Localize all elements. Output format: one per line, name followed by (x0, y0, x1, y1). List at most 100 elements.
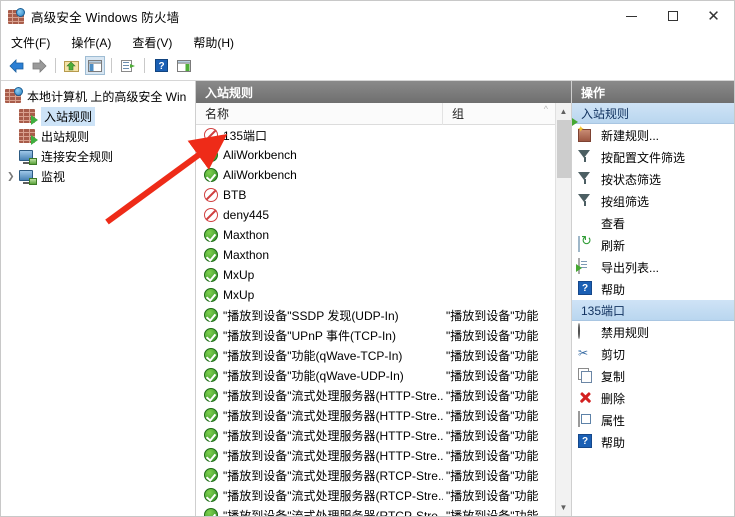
action-item[interactable]: 属性 (572, 409, 734, 431)
action-item[interactable]: ✂ 剪切 (572, 343, 734, 365)
rule-group-cell: "播放到设备"功能 (446, 348, 539, 363)
list-vertical-scrollbar[interactable]: ▲ ▼ (555, 103, 571, 516)
table-row[interactable]: "播放到设备"流式处理服务器(HTTP-Stre... "播放到设备"功能 (196, 385, 555, 405)
action-item-label: 删除 (601, 391, 626, 406)
menu-help[interactable]: 帮助(H) (191, 33, 236, 52)
sidebar-item-connection-security-rules[interactable]: 连接安全规则 (1, 146, 195, 166)
table-row[interactable]: Maxthon (196, 225, 555, 245)
sidebar-item-inbound-rules[interactable]: 入站规则 (1, 106, 195, 126)
action-item[interactable]: 按配置文件筛选 (572, 146, 734, 168)
minimize-button[interactable] (611, 1, 652, 31)
sort-ascending-icon: ^ (543, 103, 548, 114)
action-item[interactable]: ✦ 新建规则... (572, 124, 734, 146)
export-list-icon[interactable] (118, 56, 138, 75)
table-row[interactable]: BTB (196, 185, 555, 205)
tree-root-item[interactable]: 本地计算机 上的高级安全 Win (1, 86, 195, 106)
list-columns: 名称 组 ^ 135端口 AliWorkbench AliWorkbench BTB d… (196, 103, 555, 516)
table-row[interactable]: AliWorkbench (196, 165, 555, 185)
sidebar-item-label: 出站规则 (41, 129, 90, 144)
action-item[interactable]: 刷新 (572, 234, 734, 256)
action-item[interactable]: 复制 (572, 365, 734, 387)
forward-arrow-icon[interactable] (29, 56, 49, 75)
table-row[interactable]: "播放到设备"功能(qWave-TCP-In) "播放到设备"功能 (196, 345, 555, 365)
rule-name-label: "播放到设备"功能(qWave-UDP-In) (223, 368, 404, 383)
scroll-up-button[interactable]: ▲ (556, 103, 572, 120)
back-arrow-icon[interactable] (6, 56, 26, 75)
table-row[interactable]: deny445 (196, 205, 555, 225)
actions-section-header: 135端口 (572, 300, 734, 321)
maximize-button[interactable] (652, 1, 693, 31)
table-row[interactable]: "播放到设备"SSDP 发现(UDP-In) "播放到设备"功能 (196, 305, 555, 325)
action-item[interactable]: ? 帮助 (572, 278, 734, 300)
rules-list-pane: 入站规则 名称 组 ^ 135端口 AliWorkbench AliWorkbenc… (196, 81, 572, 516)
action-item[interactable]: 按组筛选 (572, 190, 734, 212)
show-action-pane-icon[interactable] (174, 56, 194, 75)
action-item[interactable]: 查看 (572, 212, 734, 234)
help-icon: ? (578, 281, 595, 297)
rule-name-label: 135端口 (223, 128, 268, 143)
table-row[interactable]: AliWorkbench (196, 145, 555, 165)
table-row[interactable]: MxUp (196, 285, 555, 305)
action-item[interactable]: 删除 (572, 387, 734, 409)
table-row[interactable]: 135端口 (196, 125, 555, 145)
console-tree-pane: 本地计算机 上的高级安全 Win 入站规则 出站规则 连接安全规则 ❯ 监视 (1, 81, 196, 516)
rule-name-label: MxUp (223, 268, 255, 282)
rule-name-label: Maxthon (223, 228, 270, 242)
rule-allow-icon (204, 388, 218, 402)
scroll-thumb[interactable] (556, 120, 571, 178)
close-button[interactable]: ✕ (693, 1, 734, 31)
table-row[interactable]: MxUp (196, 265, 555, 285)
rule-name-label: "播放到设备"流式处理服务器(RTCP-Stre... (223, 488, 443, 503)
action-item[interactable]: 按状态筛选 (572, 168, 734, 190)
action-item-label: 剪切 (601, 347, 626, 362)
rule-allow-icon (204, 408, 218, 422)
sidebar-item-monitoring[interactable]: ❯ 监视 (1, 166, 195, 186)
cut-icon: ✂ (578, 346, 589, 360)
action-item[interactable]: 导出列表... (572, 256, 734, 278)
show-console-tree-icon[interactable] (85, 56, 105, 75)
action-item[interactable]: ? 帮助 (572, 431, 734, 453)
rule-allow-icon (204, 268, 218, 282)
table-row[interactable]: "播放到设备"功能(qWave-UDP-In) "播放到设备"功能 (196, 365, 555, 385)
menu-file[interactable]: 文件(F) (9, 33, 52, 52)
window-controls: ✕ (611, 1, 734, 31)
action-item-label: 查看 (601, 216, 626, 231)
table-row[interactable]: "播放到设备"流式处理服务器(RTCP-Stre... "播放到设备"功能 (196, 465, 555, 485)
table-row[interactable]: "播放到设备"流式处理服务器(HTTP-Stre... "播放到设备"功能 (196, 425, 555, 445)
column-header-group[interactable]: 组 ^ (443, 103, 555, 125)
rule-name-cell: "播放到设备"流式处理服务器(RTCP-Stre... (196, 487, 443, 504)
list-wrapper: 名称 组 ^ 135端口 AliWorkbench AliWorkbench BTB d… (196, 103, 571, 516)
chevron-right-icon[interactable]: ❯ (7, 171, 15, 182)
table-row[interactable]: "播放到设备"流式处理服务器(RTCP-Stre... "播放到设备"功能 (196, 485, 555, 505)
scroll-down-button[interactable]: ▼ (556, 499, 572, 516)
table-row[interactable]: Maxthon (196, 245, 555, 265)
scroll-track[interactable] (556, 120, 572, 499)
menu-action[interactable]: 操作(A) (69, 33, 113, 52)
monitoring-icon (19, 169, 37, 185)
help-icon[interactable]: ? (151, 56, 171, 75)
rule-name-label: deny445 (223, 208, 270, 222)
copy-icon (578, 368, 595, 384)
actions-section-header: 入站规则 (572, 103, 734, 124)
table-row[interactable]: "播放到设备"流式处理服务器(RTCP-Stre... "播放到设备"功能 (196, 505, 555, 516)
up-folder-icon[interactable] (62, 56, 82, 75)
table-row[interactable]: "播放到设备"流式处理服务器(HTTP-Stre... "播放到设备"功能 (196, 405, 555, 425)
rule-group-cell: "播放到设备"功能 (446, 488, 539, 503)
rule-block-icon (204, 208, 218, 222)
sidebar-item-outbound-rules[interactable]: 出站规则 (1, 126, 195, 146)
action-item[interactable]: 禁用规则 (572, 321, 734, 343)
action-item-label: 按组筛选 (601, 194, 650, 209)
rule-name-cell: "播放到设备"流式处理服务器(RTCP-Stre... (196, 467, 443, 484)
toolbar-separator (55, 58, 56, 73)
action-item-label: 按配置文件筛选 (601, 150, 686, 165)
rule-name-cell: "播放到设备"流式处理服务器(HTTP-Stre... (196, 407, 443, 424)
rule-allow-icon (204, 168, 218, 182)
table-row[interactable]: "播放到设备"流式处理服务器(HTTP-Stre... "播放到设备"功能 (196, 445, 555, 465)
table-row[interactable]: "播放到设备"UPnP 事件(TCP-In) "播放到设备"功能 (196, 325, 555, 345)
column-header-name[interactable]: 名称 (196, 103, 443, 125)
rule-name-label: "播放到设备"UPnP 事件(TCP-In) (223, 328, 396, 343)
rule-name-label: "播放到设备"功能(qWave-TCP-In) (223, 348, 403, 363)
inbound-rules-icon (19, 108, 38, 125)
menu-view[interactable]: 查看(V) (130, 33, 174, 52)
toolbar-separator (111, 58, 112, 73)
